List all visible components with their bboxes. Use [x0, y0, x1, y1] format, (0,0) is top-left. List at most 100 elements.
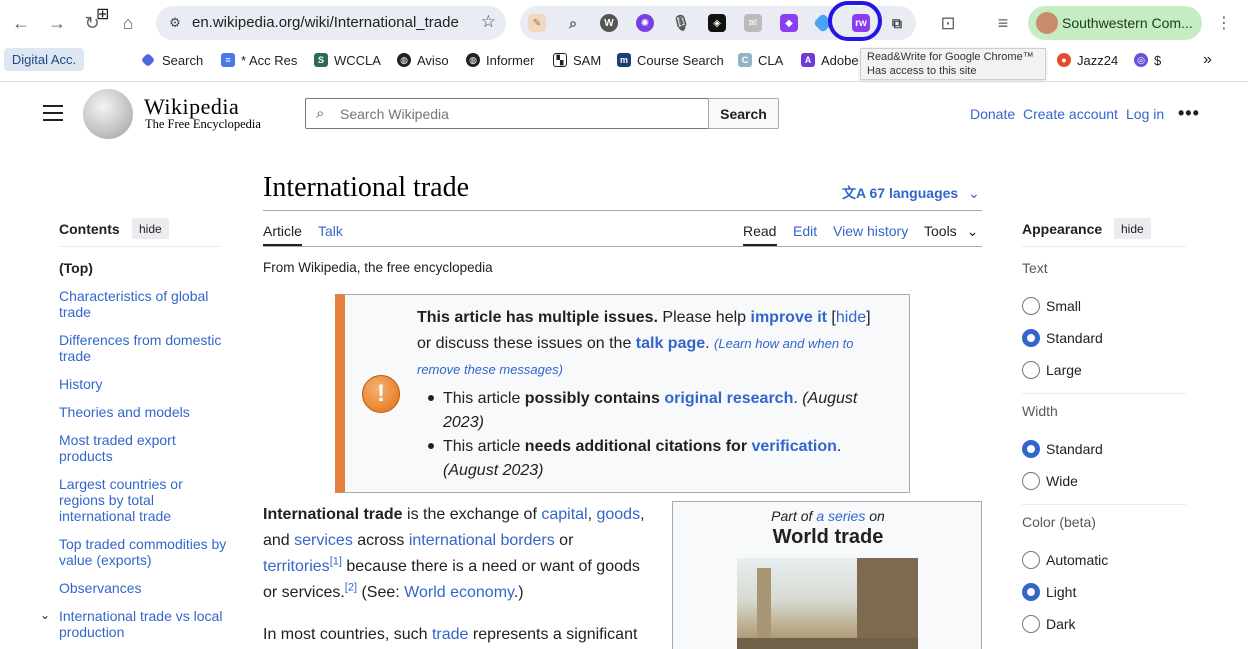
radio-label[interactable]: Dark	[1046, 616, 1076, 632]
log-in-link[interactable]: Log in	[1126, 106, 1164, 122]
toc-item[interactable]: Observances	[59, 580, 229, 596]
series-link[interactable]: a series	[816, 508, 865, 524]
text: or	[554, 532, 574, 549]
url-text[interactable]: en.wikipedia.org/wiki/International_trad…	[192, 14, 459, 31]
tab-edit[interactable]: Edit	[793, 223, 817, 239]
bookmark-search[interactable]: Search	[140, 50, 203, 70]
more-options-icon[interactable]: •••	[1178, 103, 1200, 124]
ext-gear-icon[interactable]: ✺	[636, 14, 654, 32]
learn-link[interactable]: remove these messages)	[417, 362, 563, 377]
search-input[interactable]	[340, 103, 700, 125]
bookmark-jazz24[interactable]: ● Jazz24	[1057, 50, 1118, 70]
radio-text-small[interactable]	[1022, 297, 1040, 315]
tab-read[interactable]: Read	[743, 223, 776, 239]
learn-link[interactable]: (Learn how and when to	[714, 336, 853, 351]
extensions-puzzle-icon[interactable]: ⧉	[888, 14, 906, 32]
services-link[interactable]: services	[294, 532, 353, 549]
bookmark-star-icon[interactable]: ☆	[481, 12, 496, 32]
back-icon[interactable]: ←	[9, 11, 33, 35]
profile-button[interactable]: Southwestern Com...	[1028, 6, 1202, 40]
reference-2[interactable]: [2]	[345, 582, 357, 594]
home-icon[interactable]: ⌂	[116, 11, 140, 35]
radio-text-large[interactable]	[1022, 361, 1040, 379]
ext-mic-icon[interactable]: 🎙	[671, 14, 690, 32]
toc-item[interactable]: Differences from domestic trade	[59, 332, 229, 364]
ext-mail-icon[interactable]: ✉	[744, 14, 762, 32]
ext-dark-icon[interactable]: ◈	[708, 14, 726, 32]
tab-talk[interactable]: Talk	[318, 223, 343, 239]
radio-label[interactable]: Standard	[1046, 330, 1103, 346]
bookmarks-overflow-icon[interactable]: »	[1203, 50, 1212, 70]
territories-link[interactable]: territories	[263, 558, 330, 575]
radio-color-automatic[interactable]	[1022, 551, 1040, 569]
ext-w-icon[interactable]: W	[600, 14, 618, 32]
infobox-image[interactable]	[737, 558, 918, 649]
toc-item[interactable]: International trade vs local production	[59, 608, 229, 640]
radio-label[interactable]: Automatic	[1046, 552, 1108, 568]
radio-label[interactable]: Large	[1046, 362, 1082, 378]
bookmark-sam[interactable]: ▚ SAM	[553, 50, 601, 70]
radio-width-wide[interactable]	[1022, 472, 1040, 490]
reading-list-icon[interactable]: ≡	[991, 11, 1015, 35]
trade-link[interactable]: trade	[432, 626, 468, 643]
bookmark-dollar[interactable]: ◎ $	[1134, 50, 1161, 70]
world-economy-link[interactable]: World economy	[404, 584, 514, 601]
tab-view-history[interactable]: View history	[833, 223, 908, 239]
tab-tools[interactable]: Tools ⌄	[924, 223, 978, 240]
forward-icon[interactable]: →	[45, 11, 69, 35]
improve-link[interactable]: improve it	[751, 309, 827, 326]
toc-item[interactable]: History	[59, 376, 229, 392]
bookmark-cla[interactable]: C CLA	[738, 50, 783, 70]
bookmark-informer[interactable]: ◍ Informer	[466, 50, 534, 70]
bookmark-acc-res[interactable]: ≡ * Acc Res	[221, 50, 297, 70]
tab-article[interactable]: Article	[263, 223, 302, 239]
radio-width-standard[interactable]	[1022, 440, 1040, 458]
ext-purple-icon[interactable]: ◆	[780, 14, 798, 32]
toc-hide-button[interactable]: hide	[132, 218, 169, 239]
toc-item-top[interactable]: (Top)	[59, 260, 229, 276]
borders-link[interactable]: international borders	[409, 532, 555, 549]
talk-page-link[interactable]: talk page	[636, 335, 705, 352]
capital-link[interactable]: capital	[541, 506, 587, 523]
create-account-link[interactable]: Create account	[1023, 106, 1118, 122]
toc-item[interactable]: Most traded export products	[59, 432, 229, 464]
language-button[interactable]: 文A 67 languages ⌄	[842, 183, 980, 203]
search-tabs-icon[interactable]: ⊡	[936, 11, 960, 35]
infobox-title[interactable]: World trade	[673, 526, 983, 549]
radio-color-light[interactable]	[1022, 583, 1040, 601]
radio-label[interactable]: Wide	[1046, 473, 1078, 489]
address-bar[interactable]: ⚙ en.wikipedia.org/wiki/International_tr…	[156, 6, 506, 40]
chevron-down-icon[interactable]: ⌄	[40, 608, 50, 622]
apps-grid-icon[interactable]: ⊞	[96, 4, 109, 24]
bookmark-course-search[interactable]: m Course Search	[617, 50, 724, 70]
bookmark-wccla[interactable]: S WCCLA	[314, 50, 381, 70]
donate-link[interactable]: Donate	[970, 106, 1015, 122]
bookmark-aviso[interactable]: ◍ Aviso	[397, 50, 449, 70]
toc-item[interactable]: Characteristics of global trade	[59, 288, 229, 320]
original-research-link[interactable]: original research	[664, 390, 793, 407]
toc-item[interactable]: Top traded commodities by value (exports…	[59, 536, 229, 568]
ext-reader-icon[interactable]: ✎	[528, 14, 546, 32]
issues-hide-link[interactable]: hide	[836, 309, 866, 326]
appearance-hide-button[interactable]: hide	[1114, 218, 1151, 239]
site-info-icon[interactable]: ⚙	[164, 12, 186, 34]
search-button[interactable]: Search	[708, 98, 779, 129]
menu-kebab-icon[interactable]: ⋮	[1212, 11, 1236, 35]
radio-label[interactable]: Standard	[1046, 441, 1103, 457]
main-menu-icon[interactable]	[43, 105, 63, 121]
divider	[0, 81, 1248, 82]
ext-zoom-icon[interactable]: ⌕	[564, 14, 582, 32]
radio-label[interactable]: Small	[1046, 298, 1081, 314]
bookmark-adobe[interactable]: A Adobe	[801, 50, 859, 70]
toc-item[interactable]: Largest countries or regions by total in…	[59, 476, 229, 524]
text: possibly contains	[524, 390, 660, 407]
reference-1[interactable]: [1]	[330, 556, 342, 568]
toc-item[interactable]: Theories and models	[59, 404, 229, 420]
radio-label[interactable]: Light	[1046, 584, 1076, 600]
verification-link[interactable]: verification	[752, 438, 837, 455]
goods-link[interactable]: goods	[596, 506, 640, 523]
radio-color-dark[interactable]	[1022, 615, 1040, 633]
radio-text-standard[interactable]	[1022, 329, 1040, 347]
wikipedia-globe-logo[interactable]	[83, 89, 133, 139]
bookmark-digital-acc[interactable]: Digital Acc.	[4, 48, 84, 71]
